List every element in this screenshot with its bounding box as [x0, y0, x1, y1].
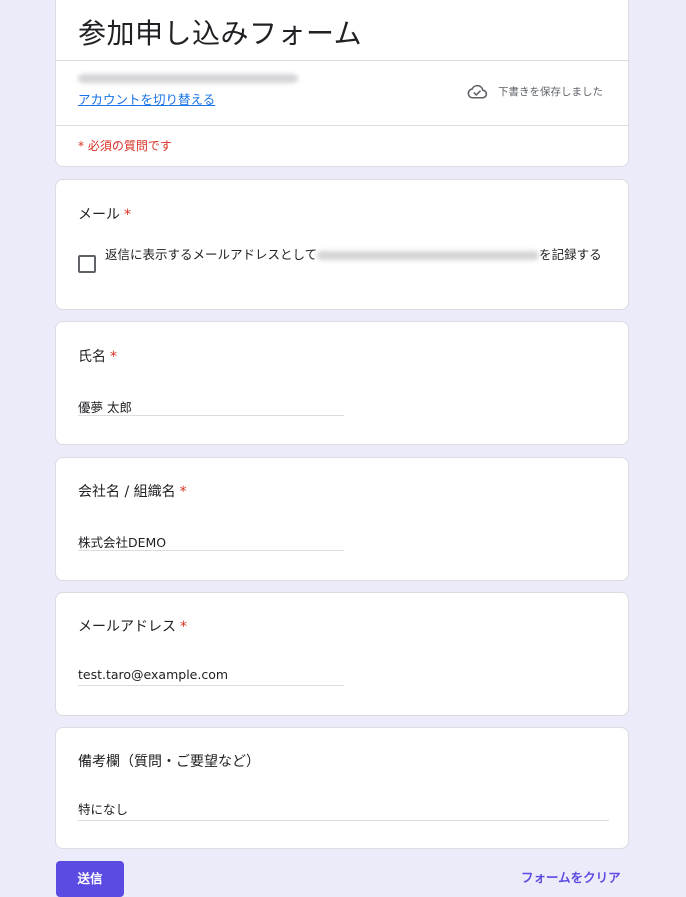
company-input[interactable]: 株式会社DEMO [78, 532, 166, 551]
clear-form-button[interactable]: フォームをクリア [521, 867, 621, 886]
question-card-mail-address: メールアドレス * test.taro@example.com [55, 592, 629, 716]
checkbox-label-text: 返信に表示するメールアドレスとして [105, 247, 318, 262]
form-title: 参加申し込みフォーム [78, 17, 363, 50]
header-divider [56, 60, 628, 61]
required-asterisk: * [124, 207, 131, 223]
draft-saved-status: 下書きを保存しました [498, 86, 603, 98]
question-title-name: 氏名 * [78, 346, 117, 366]
name-input-underline [78, 415, 344, 416]
question-title-email: メール * [78, 204, 131, 224]
question-title-mail-address: メールアドレス * [78, 616, 187, 636]
remarks-textarea-underline [78, 820, 609, 821]
checkbox-label-text: を記録する [539, 247, 602, 262]
required-asterisk: * [180, 619, 187, 635]
question-title-remarks: 備考欄（質問・ご要望など） [78, 754, 260, 770]
account-email-redacted [78, 74, 298, 83]
name-input[interactable]: 優夢 太郎 [78, 397, 132, 416]
remarks-textarea[interactable]: 特になし [78, 799, 128, 818]
question-label: 会社名 / 組織名 [78, 484, 176, 500]
required-asterisk: * [110, 349, 117, 365]
cloud-check-icon [467, 84, 488, 99]
mail-address-input[interactable]: test.taro@example.com [78, 667, 228, 682]
submit-button[interactable]: 送信 [56, 861, 124, 897]
record-email-checkbox-label[interactable]: 返信に表示するメールアドレスとして を記録する [105, 246, 605, 263]
user-email-redacted [317, 251, 540, 260]
question-label: 氏名 [78, 349, 106, 365]
required-note: * 必須の質問です [78, 139, 172, 153]
record-email-checkbox[interactable] [78, 255, 96, 273]
form-header-card: 参加申し込みフォーム アカウントを切り替える 下書きを保存しました * 必須の質… [55, 0, 629, 167]
question-card-remarks: 備考欄（質問・ご要望など） 特になし [55, 727, 629, 849]
question-title-company: 会社名 / 組織名 * [78, 481, 187, 501]
mail-address-input-underline [78, 685, 344, 686]
question-label: メール [78, 207, 120, 223]
question-card-company: 会社名 / 組織名 * 株式会社DEMO [55, 457, 629, 581]
header-divider-2 [56, 125, 628, 126]
question-card-email: メール * 返信に表示するメールアドレスとして を記録する [55, 179, 629, 310]
question-label: メールアドレス [78, 619, 176, 635]
company-input-underline [78, 550, 344, 551]
required-asterisk: * [179, 484, 187, 500]
switch-account-link[interactable]: アカウントを切り替える [78, 89, 215, 108]
question-card-name: 氏名 * 優夢 太郎 [55, 321, 629, 445]
